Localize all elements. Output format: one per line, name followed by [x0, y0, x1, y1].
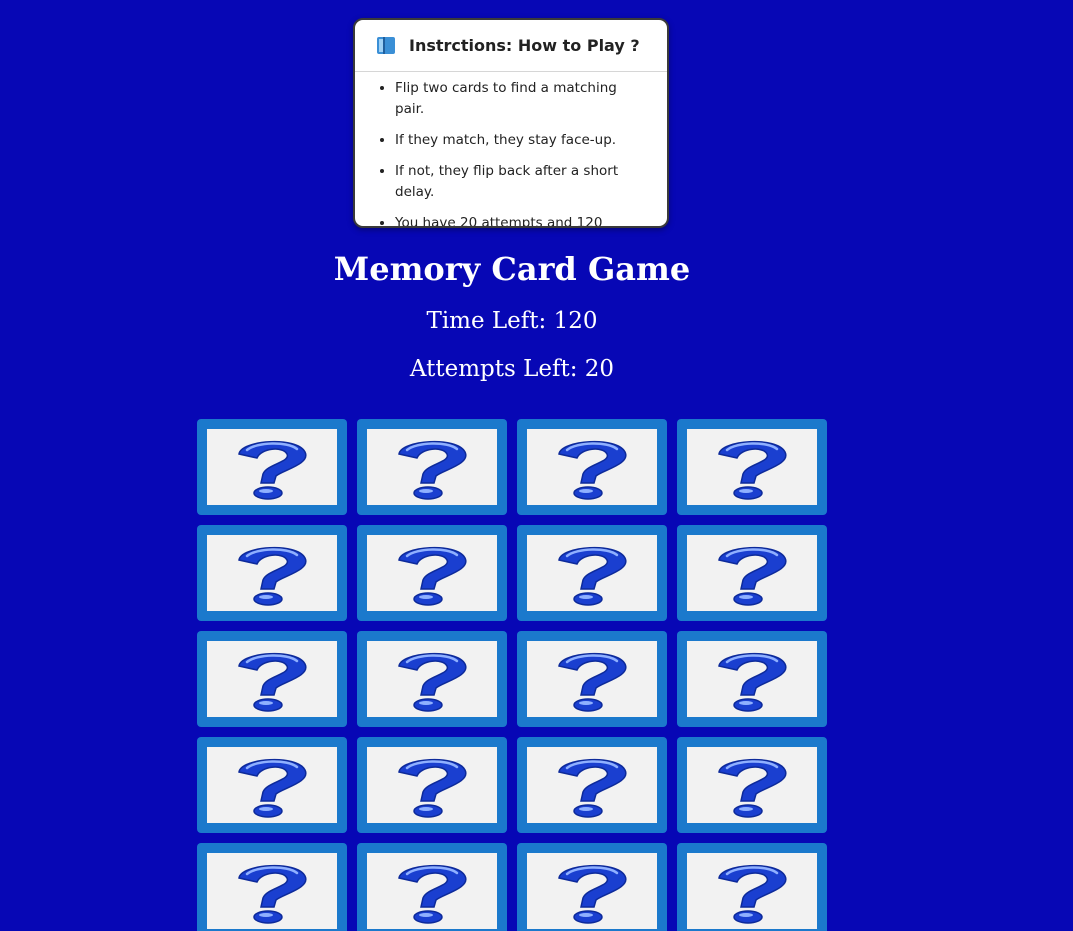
memory-card[interactable]: [197, 737, 347, 833]
question-mark-icon: [558, 865, 627, 924]
card-back-face: [207, 747, 337, 823]
memory-card[interactable]: [517, 737, 667, 833]
card-back-face: [207, 535, 337, 611]
question-mark-icon: [558, 547, 627, 606]
card-back-face: [367, 429, 497, 505]
question-mark-icon: [238, 653, 307, 712]
card-back-face: [687, 429, 817, 505]
question-mark-icon: [558, 441, 627, 500]
time-left-label: Time Left: 120: [426, 308, 598, 334]
game-title: Memory Card Game: [333, 250, 691, 288]
question-mark-icon: [718, 547, 787, 606]
instruction-item: Flip two cards to find a matching pair.: [395, 78, 649, 120]
question-mark-icon: [398, 865, 467, 924]
memory-card[interactable]: [197, 631, 347, 727]
card-back-face: [527, 535, 657, 611]
game-page: Instrctions: How to Play ? Flip two card…: [0, 0, 1073, 931]
instructions-panel[interactable]: Instrctions: How to Play ? Flip two card…: [353, 18, 669, 228]
memory-card[interactable]: [357, 631, 507, 727]
card-back-face: [367, 641, 497, 717]
memory-card[interactable]: [517, 631, 667, 727]
memory-card[interactable]: [357, 419, 507, 515]
question-mark-icon: [718, 441, 787, 500]
attempts-left-label: Attempts Left: 20: [409, 356, 615, 382]
card-back-face: [207, 429, 337, 505]
instructions-title: Instrctions: How to Play ?: [409, 36, 640, 55]
question-mark-icon: [398, 759, 467, 818]
card-grid: [197, 419, 827, 931]
card-back-face: [527, 747, 657, 823]
memory-card[interactable]: [197, 843, 347, 931]
card-back-face: [207, 641, 337, 717]
memory-card[interactable]: [197, 525, 347, 621]
memory-card[interactable]: [197, 419, 347, 515]
question-mark-icon: [558, 759, 627, 818]
memory-card[interactable]: [357, 525, 507, 621]
question-mark-icon: [558, 653, 627, 712]
book-icon: [377, 37, 395, 54]
card-back-face: [527, 641, 657, 717]
card-back-face: [687, 853, 817, 929]
memory-card[interactable]: [357, 843, 507, 931]
memory-card[interactable]: [677, 525, 827, 621]
question-mark-icon: [238, 759, 307, 818]
memory-card[interactable]: [677, 419, 827, 515]
memory-card[interactable]: [677, 631, 827, 727]
memory-card[interactable]: [677, 843, 827, 931]
question-mark-icon: [718, 865, 787, 924]
question-mark-icon: [718, 653, 787, 712]
question-mark-icon: [718, 759, 787, 818]
memory-card[interactable]: [677, 737, 827, 833]
card-back-face: [367, 853, 497, 929]
question-mark-icon: [238, 547, 307, 606]
card-back-face: [527, 853, 657, 929]
question-mark-icon: [398, 441, 467, 500]
card-back-face: [687, 641, 817, 717]
question-mark-icon: [398, 547, 467, 606]
instructions-header: Instrctions: How to Play ?: [355, 20, 667, 72]
question-mark-icon: [238, 441, 307, 500]
card-back-face: [527, 429, 657, 505]
question-mark-icon: [398, 653, 467, 712]
instruction-item: If not, they flip back after a short del…: [395, 161, 649, 203]
instruction-item: You have 20 attempts and 120 seconds onl…: [395, 213, 649, 226]
instructions-list: Flip two cards to find a matching pair. …: [355, 72, 667, 226]
memory-card[interactable]: [357, 737, 507, 833]
memory-card[interactable]: [517, 525, 667, 621]
card-back-face: [687, 535, 817, 611]
question-mark-icon: [238, 865, 307, 924]
card-back-face: [207, 853, 337, 929]
card-back-face: [367, 535, 497, 611]
memory-card[interactable]: [517, 843, 667, 931]
memory-card[interactable]: [517, 419, 667, 515]
card-back-face: [367, 747, 497, 823]
card-back-face: [687, 747, 817, 823]
instruction-item: If they match, they stay face-up.: [395, 130, 649, 151]
